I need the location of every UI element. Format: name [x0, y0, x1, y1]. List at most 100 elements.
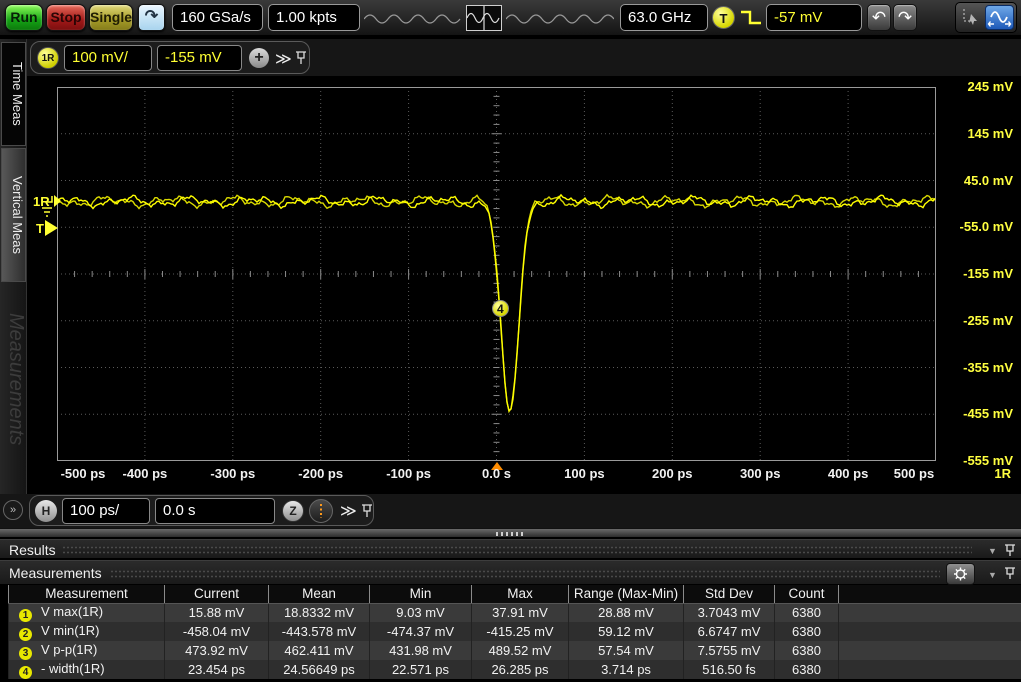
measurements-watermark: Measurements	[0, 264, 27, 494]
zoom-z-icon[interactable]: Z	[282, 500, 304, 522]
add-waveform-icon[interactable]: +	[249, 48, 269, 68]
measurement-min: 431.98 mV	[370, 641, 472, 660]
splitter-handle-icon[interactable]	[496, 532, 526, 536]
trigger-level-field[interactable]: -57 mV	[766, 4, 862, 31]
measurement-range: 28.88 mV	[569, 603, 684, 622]
y-axis-label: -155 mV	[941, 266, 1013, 281]
horizontal-controls-bar: » H 100 ps/ 0.0 s Z ≫	[0, 494, 1021, 528]
undo-icon[interactable]: ↶	[867, 4, 891, 31]
y-axis-label: 145 mV	[941, 126, 1013, 141]
memory-depth-field[interactable]: 1.00 kpts	[268, 4, 360, 31]
tab-time-meas[interactable]: Time Meas	[1, 42, 26, 146]
pin-icon[interactable]	[294, 50, 308, 66]
x-axis-label: -300 ps	[210, 466, 255, 481]
bandwidth-field[interactable]: 63.0 GHz	[620, 4, 708, 31]
table-header-mean[interactable]: Mean	[269, 585, 370, 603]
hbar-chevron-icon[interactable]: ≫	[340, 501, 355, 521]
results-dropdown-icon[interactable]: ▼	[988, 546, 997, 556]
tab-vertical-meas[interactable]: Vertical Meas	[1, 148, 26, 282]
x-axis-label: 100 ps	[564, 466, 604, 481]
scope-grid-and-trace[interactable]	[57, 87, 936, 461]
x-axis-label: 400 ps	[828, 466, 868, 481]
falling-edge-icon[interactable]	[739, 9, 765, 27]
hbar-pin-icon[interactable]	[360, 503, 374, 519]
redo-icon[interactable]: ↷	[893, 4, 917, 31]
measurement-current: -458.04 mV	[165, 622, 269, 641]
measurement-name: V min(1R)	[41, 623, 100, 638]
horizontal-badge[interactable]: H	[35, 500, 57, 522]
trigger-badge[interactable]: T	[712, 6, 735, 29]
region-select-icon[interactable]	[958, 5, 985, 30]
results-pin-icon[interactable]	[1003, 543, 1017, 558]
expand-chevron-icon[interactable]: ≫	[275, 49, 290, 69]
width-measurement-marker[interactable]: 4	[492, 300, 509, 317]
x-axis-label: 300 ps	[740, 466, 780, 481]
y-axis-label: -455 mV	[941, 406, 1013, 421]
touch-icon[interactable]: ↷	[138, 4, 165, 31]
table-header-range-max-min-[interactable]: Range (Max-Min)	[569, 585, 684, 603]
timebase-position-field[interactable]: 0.0 s	[155, 498, 275, 524]
trigger-level-marker-label[interactable]: T	[36, 221, 44, 236]
measurement-max: 26.285 ps	[472, 660, 569, 679]
x-axis-label: 0.0 s	[482, 466, 511, 481]
table-row[interactable]: 3V p-p(1R)473.92 mV462.411 mV431.98 mV48…	[9, 641, 1021, 660]
run-button[interactable]: Run	[5, 4, 43, 31]
top-toolbar: Run Stop Single ↷ 160 GSa/s 1.00 kpts 63…	[0, 0, 1021, 37]
table-header-measurement[interactable]: Measurement	[9, 585, 165, 603]
sidebar-expander-icon[interactable]: »	[3, 500, 23, 520]
y-axis-label: 45.0 mV	[941, 173, 1013, 188]
measurement-range: 3.714 ps	[569, 660, 684, 679]
waveform-drag-icon[interactable]	[985, 5, 1014, 30]
measurement-min: 22.571 ps	[370, 660, 472, 679]
measurements-panel-header[interactable]: Measurements ▼	[0, 560, 1021, 585]
measurement-count: 6380	[775, 641, 839, 660]
left-sidebar: Time Meas Vertical Meas Measurements	[0, 39, 27, 528]
table-header-row: MeasurementCurrentMeanMinMaxRange (Max-M…	[9, 585, 1021, 603]
trigger-level-arrow-icon[interactable]	[44, 219, 60, 237]
x-axis-label: 500 ps	[894, 466, 934, 481]
measurement-name: - width(1R)	[41, 661, 105, 676]
measurement-mean: -443.578 mV	[269, 622, 370, 641]
results-panel-header[interactable]: Results ▼	[0, 539, 1021, 559]
x-axis-label: -400 ps	[122, 466, 167, 481]
table-header-current[interactable]: Current	[165, 585, 269, 603]
measurement-max: -415.25 mV	[472, 622, 569, 641]
measurement-mean: 24.56649 ps	[269, 660, 370, 679]
vertical-scale-field[interactable]: 100 mV/	[64, 45, 152, 71]
timebase-scale-field[interactable]: 100 ps/	[62, 498, 150, 524]
x-axis-label: -100 ps	[386, 466, 431, 481]
sample-rate-field[interactable]: 160 GSa/s	[172, 4, 263, 31]
gear-icon[interactable]	[946, 563, 975, 585]
table-row[interactable]: 4 - width(1R) 23.454 ps24.56649 ps22.571 p…	[9, 660, 1021, 679]
measurements-pin-icon[interactable]	[1003, 566, 1017, 581]
x-axis-label: -500 ps	[61, 466, 106, 481]
panel-splitter[interactable]	[0, 528, 1021, 538]
measurement-stddev: 6.6747 mV	[684, 622, 775, 641]
vertical-offset-field[interactable]: -155 mV	[157, 45, 242, 71]
vertical-controls-bar: 1R 100 mV/ -155 mV + ≫	[0, 39, 1021, 76]
acquisition-window-icon[interactable]	[466, 5, 502, 31]
table-header-count[interactable]: Count	[775, 585, 839, 603]
waveform-display[interactable]: 1R T 4 1R 245 mV145 mV45.0 mV-55.0 mV-15…	[28, 76, 1021, 494]
channel-corner-label: 1R	[994, 466, 1011, 481]
measurement-current: 23.454 ps	[165, 660, 269, 679]
table-row[interactable]: 1V max(1R)15.88 mV18.8332 mV9.03 mV37.91…	[9, 603, 1021, 622]
single-button[interactable]: Single	[89, 4, 133, 31]
channel-1r-badge[interactable]: 1R	[37, 47, 59, 69]
y-axis-label: 245 mV	[941, 79, 1013, 94]
table-row[interactable]: 2V min(1R)-458.04 mV-443.578 mV-474.37 m…	[9, 622, 1021, 641]
measurement-range: 57.54 mV	[569, 641, 684, 660]
table-header-min[interactable]: Min	[370, 585, 472, 603]
stop-button[interactable]: Stop	[46, 4, 86, 31]
measurement-number-badge: 4	[19, 666, 32, 679]
table-header-std-dev[interactable]: Std Dev	[684, 585, 775, 603]
measurement-min: -474.37 mV	[370, 622, 472, 641]
measurement-range: 59.12 mV	[569, 622, 684, 641]
trigger-position-icon[interactable]	[309, 499, 333, 523]
measurements-dropdown-icon[interactable]: ▼	[988, 570, 997, 580]
measurement-count: 6380	[775, 622, 839, 641]
measurement-stddev: 3.7043 mV	[684, 603, 775, 622]
sine-decoration-right	[506, 10, 614, 28]
table-header-max[interactable]: Max	[472, 585, 569, 603]
y-axis-label: -555 mV	[941, 453, 1013, 468]
